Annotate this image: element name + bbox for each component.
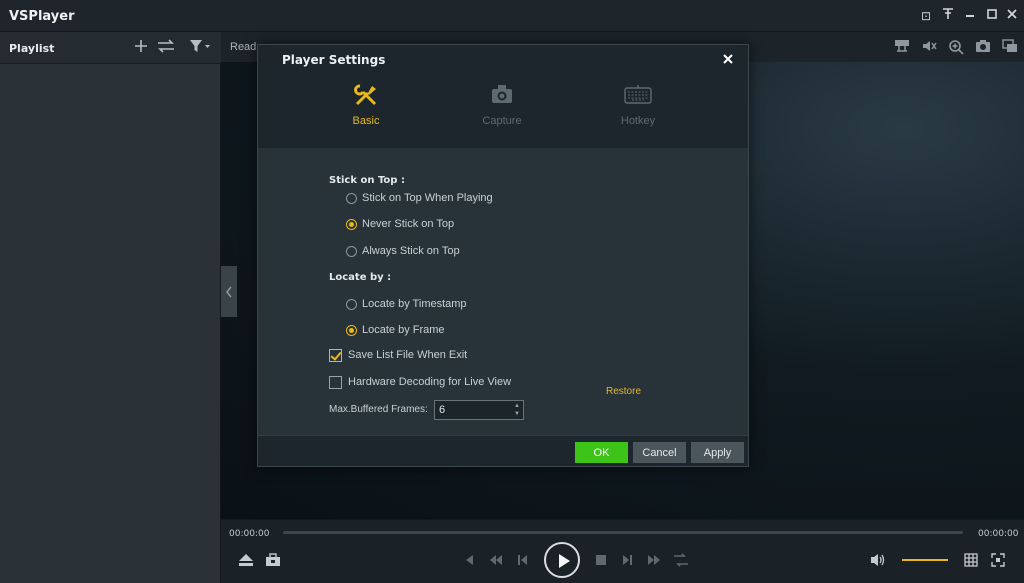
playlist-panel: Playlist: [0, 32, 221, 583]
fast-forward-icon[interactable]: [647, 554, 661, 569]
progress-bar[interactable]: [283, 531, 963, 534]
checkbox-label: Hardware Decoding for Live View: [348, 376, 512, 388]
restore-link[interactable]: Restore: [606, 386, 641, 397]
multi-screen-icon[interactable]: [1001, 39, 1019, 55]
stop-icon[interactable]: [595, 554, 607, 569]
minimize-icon[interactable]: [962, 8, 978, 24]
total-time: 00:00:00: [978, 529, 1019, 539]
volume-slider[interactable]: [902, 559, 948, 561]
radio-indicator: [346, 299, 357, 310]
playlist-title: Playlist: [9, 42, 55, 55]
close-icon[interactable]: [1004, 8, 1020, 24]
collapse-playlist-toggle[interactable]: [221, 266, 237, 317]
add-icon[interactable]: [134, 39, 148, 57]
apply-button[interactable]: Apply: [691, 442, 744, 463]
pin-icon[interactable]: [940, 8, 956, 24]
status-text: Read: [230, 41, 257, 53]
radio-label: Locate by Timestamp: [362, 298, 467, 310]
audio-icon[interactable]: [920, 39, 938, 55]
buffered-frames-value: 6: [439, 404, 446, 416]
volume-icon[interactable]: [870, 553, 886, 570]
radio-indicator: [346, 246, 357, 257]
zoom-icon[interactable]: [947, 39, 965, 55]
tab-basic[interactable]: Basic: [311, 83, 421, 135]
dialog-title: Player Settings: [282, 53, 386, 67]
dialog-footer: OK Cancel Apply: [258, 435, 748, 466]
tab-label: Capture: [482, 115, 522, 127]
menu-icon[interactable]: ⊡: [918, 8, 934, 24]
fullscreen-icon[interactable]: [991, 553, 1005, 570]
radio-label: Never Stick on Top: [362, 218, 455, 230]
buffered-frames-spinbox[interactable]: 6 ▲ ▼: [434, 400, 524, 420]
radio-label: Stick on Top When Playing: [362, 192, 493, 204]
checkbox-indicator: [329, 349, 342, 362]
checkbox-indicator: [329, 376, 342, 389]
playlist-header: Playlist: [0, 32, 221, 64]
radio-label: Locate by Frame: [362, 324, 445, 336]
snapshot-icon[interactable]: [974, 39, 992, 55]
ok-button[interactable]: OK: [575, 442, 628, 463]
spin-up-icon[interactable]: ▲: [512, 402, 522, 410]
current-time: 00:00:00: [229, 529, 270, 539]
slow-down-icon[interactable]: [489, 554, 503, 569]
next-frame-icon[interactable]: [621, 554, 633, 569]
tab-label: Hotkey: [620, 115, 656, 127]
radio-indicator: [346, 325, 357, 336]
app-title: VSPlayer: [9, 9, 75, 24]
camera-control-icon[interactable]: [893, 39, 911, 55]
play-button[interactable]: [544, 542, 580, 578]
previous-file-icon[interactable]: [464, 554, 474, 569]
toolbox-icon[interactable]: [265, 553, 281, 570]
spin-down-icon[interactable]: ▼: [512, 410, 522, 418]
tab-capture[interactable]: Capture: [447, 83, 557, 135]
radio-indicator: [346, 193, 357, 204]
filter-icon[interactable]: [189, 39, 211, 57]
stick-on-top-label: Stick on Top :: [329, 175, 405, 186]
tab-label: Basic: [352, 115, 380, 127]
checkbox-label: Save List File When Exit: [348, 349, 468, 361]
play-icon: [559, 554, 570, 568]
tools-icon: [311, 83, 421, 111]
locate-by-label: Locate by :: [329, 272, 392, 283]
eject-icon[interactable]: [238, 553, 254, 570]
keyboard-icon: [583, 83, 693, 111]
title-bar: VSPlayer ⊡: [0, 0, 1024, 32]
player-settings-dialog: Player Settings Basic Capture Hotkey Sti…: [257, 44, 749, 467]
cancel-button[interactable]: Cancel: [633, 442, 686, 463]
shuffle-icon[interactable]: [673, 553, 689, 570]
maximize-icon[interactable]: [984, 8, 1000, 24]
radio-label: Always Stick on Top: [362, 245, 460, 257]
playback-controls: 00:00:00 00:00:00: [221, 519, 1024, 583]
dialog-header: Player Settings Basic Capture Hotkey: [258, 45, 748, 148]
dialog-close-icon[interactable]: [720, 51, 736, 67]
camera-icon: [447, 83, 557, 111]
previous-frame-icon[interactable]: [517, 554, 529, 569]
grid-layout-icon[interactable]: [964, 553, 978, 570]
dialog-body: Stick on Top : Stick on Top When Playing…: [258, 148, 748, 435]
vsplayer-window: VSPlayer ⊡ Playlist Read 00:00:00 00:00:…: [0, 0, 1024, 583]
tab-hotkey[interactable]: Hotkey: [583, 83, 693, 135]
buffered-frames-label: Max.Buffered Frames:: [329, 404, 428, 415]
play-order-icon[interactable]: [157, 39, 175, 57]
radio-indicator: [346, 219, 357, 230]
